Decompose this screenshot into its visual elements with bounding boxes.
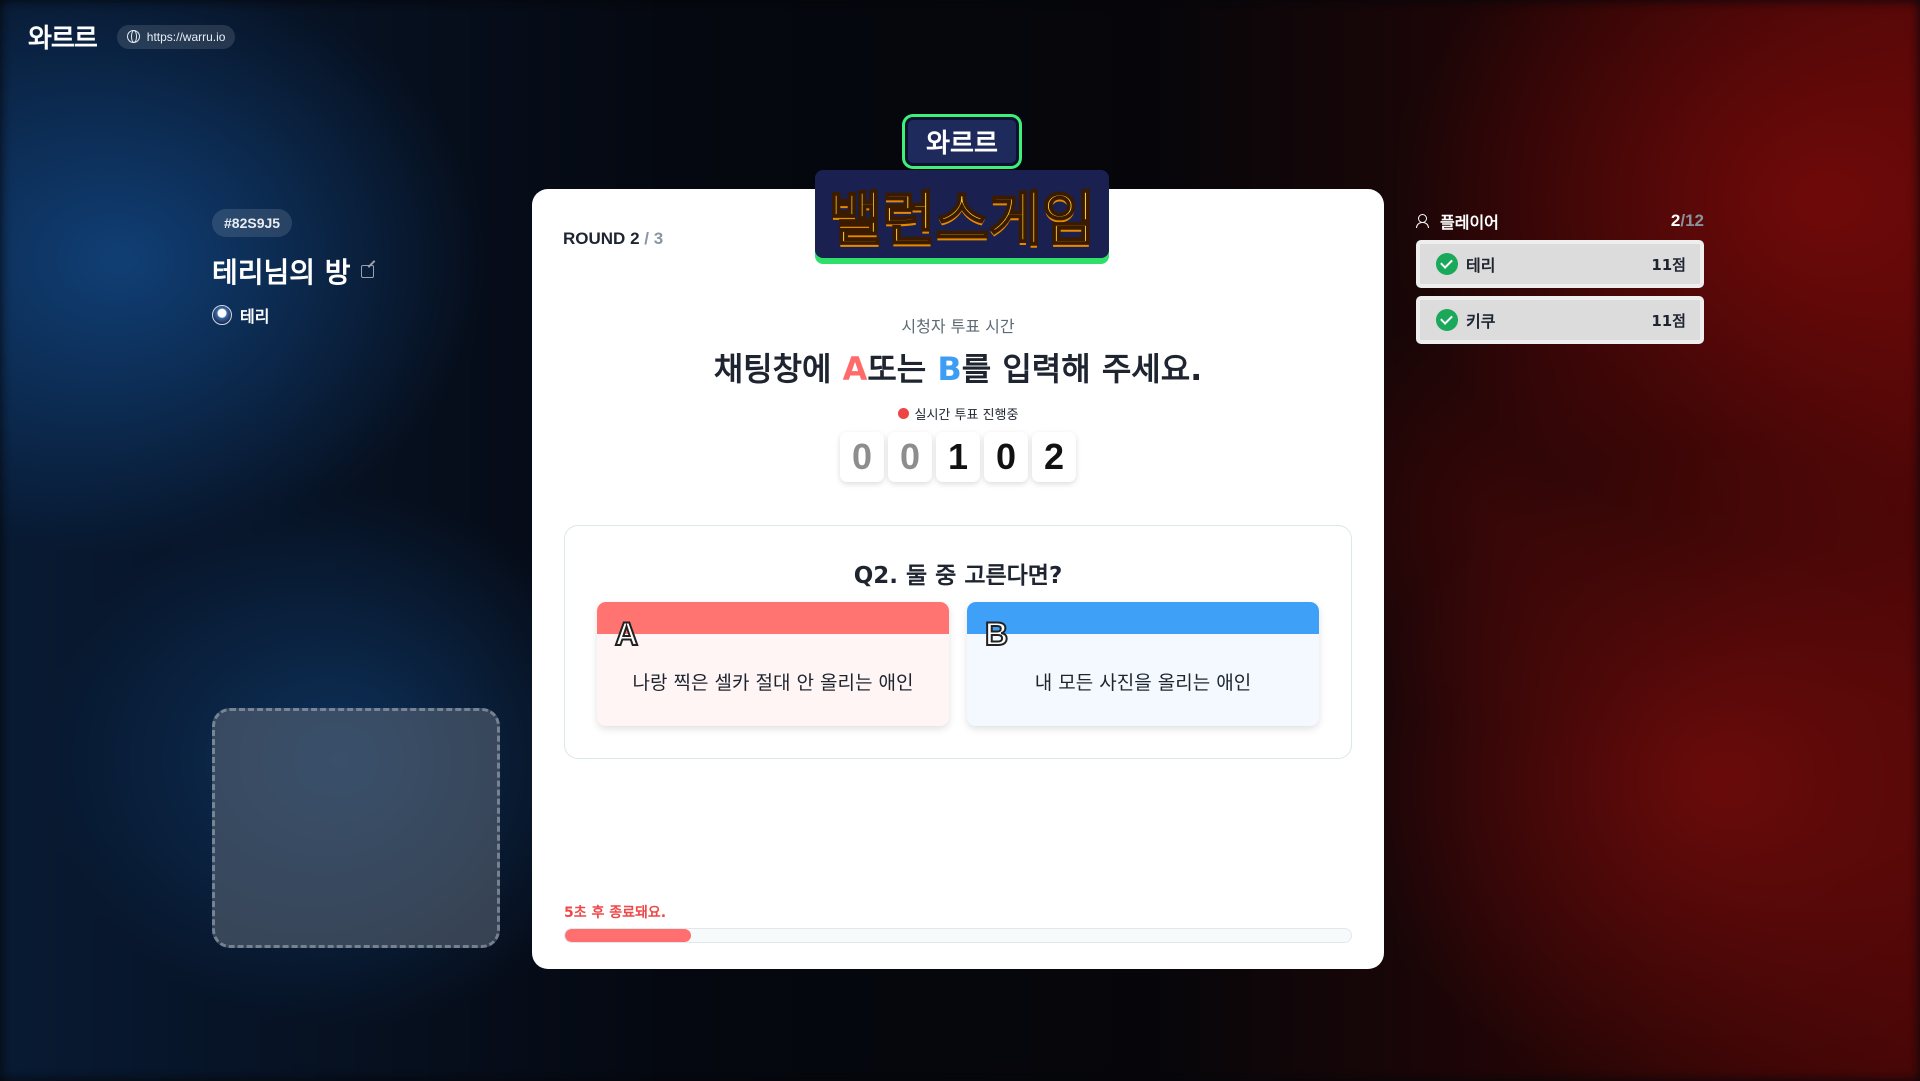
- url-pill[interactable]: https://warru.io: [116, 24, 236, 49]
- option-a-card[interactable]: A 나랑 찍은 셀카 절대 안 올리는 애인: [597, 602, 949, 726]
- player-score: 11점: [1651, 311, 1686, 330]
- player-name: 키쿠: [1466, 312, 1496, 331]
- player-score: 11점: [1651, 255, 1686, 274]
- vote-counter: 0 0 1 0 2: [532, 432, 1384, 482]
- users-icon: [1416, 214, 1432, 228]
- counter-digit: 0: [984, 432, 1028, 482]
- counter-digit: 0: [840, 432, 884, 482]
- player-row: 키쿠 11점: [1416, 296, 1704, 344]
- live-dot-icon: [897, 408, 909, 419]
- round-label: ROUND: [563, 229, 626, 248]
- globe-icon: [126, 30, 140, 43]
- live-label: 실시간 투표 진행중: [914, 408, 1019, 423]
- option-b-letter: B: [984, 615, 1009, 653]
- check-icon: [1436, 253, 1458, 275]
- time-progress-bar: [564, 928, 1352, 943]
- players-title-row: 플레이어: [1416, 209, 1499, 233]
- players-header: 플레이어 2/12: [1416, 210, 1704, 232]
- option-b-card[interactable]: B 내 모든 사진을 올리는 애인: [967, 602, 1319, 726]
- option-a-text: 나랑 찍은 셀카 절대 안 올리는 애인: [632, 672, 914, 694]
- vote-letter-b: B: [937, 350, 962, 388]
- question-box: Q2. 둘 중 고른다면? A 나랑 찍은 셀카 절대 안 올리는 애인 B 내…: [564, 525, 1352, 759]
- time-progress-fill: [565, 929, 691, 942]
- edit-icon[interactable]: [360, 264, 374, 278]
- vote-letter-a: A: [842, 350, 868, 388]
- players-panel: 플레이어 2/12 테리 11점 키쿠 11점: [1416, 210, 1704, 344]
- counter-digit: 1: [936, 432, 980, 482]
- room-title: 테리님의 방: [212, 256, 351, 289]
- question-title: Q2. 둘 중 고른다면?: [853, 563, 1063, 589]
- balance-game-logo: 와르르 밸런스게임: [794, 116, 1130, 258]
- room-info: #82S9J5 테리님의 방 테리: [212, 209, 502, 327]
- player-info: 키쿠: [1436, 308, 1495, 332]
- option-a-letter: A: [614, 615, 639, 653]
- host-name: 테리: [240, 307, 270, 326]
- vote-instruction: 채팅창에 A또는 B를 입력해 주세요.: [532, 344, 1384, 390]
- check-icon: [1436, 309, 1458, 331]
- logo-small-text: 와르르: [905, 116, 1019, 166]
- live-vote-status: 실시간 투표 진행중: [532, 404, 1384, 423]
- player-row: 테리 11점: [1416, 240, 1704, 288]
- round-indicator: ROUND 2 / 3: [563, 229, 663, 249]
- option-b-text: 내 모든 사진을 올리는 애인: [1034, 672, 1252, 694]
- players-count: 2/12: [1671, 211, 1704, 231]
- webcam-placeholder: [212, 708, 500, 948]
- players-count-current: 2: [1670, 211, 1681, 230]
- host-avatar: [212, 305, 232, 325]
- players-title: 플레이어: [1440, 213, 1499, 232]
- vote-subtitle: 시청자 투표 시간: [901, 317, 1015, 336]
- round-separator: /: [644, 229, 650, 248]
- room-title-row: 테리님의 방: [212, 251, 502, 291]
- player-name: 테리: [1466, 256, 1496, 275]
- counter-digit: 2: [1032, 432, 1076, 482]
- app-logo[interactable]: 와르르: [28, 18, 98, 55]
- vote-suffix: 를 입력해 주세요.: [961, 350, 1203, 388]
- round-total: 3: [653, 229, 664, 248]
- counter-digit: 0: [888, 432, 932, 482]
- end-countdown-text: 5초 후 종료돼요.: [564, 905, 667, 921]
- players-count-max: 12: [1685, 211, 1704, 230]
- option-b-bar: [967, 602, 1319, 634]
- room-code-badge[interactable]: #82S9J5: [212, 209, 293, 237]
- url-text: https://warru.io: [146, 29, 226, 44]
- option-a-bar: [597, 602, 949, 634]
- logo-big-text: 밸런스게임: [814, 169, 1110, 258]
- room-host: 테리: [212, 303, 502, 327]
- vote-prefix: 채팅창에: [713, 350, 843, 388]
- game-card: 와르르 밸런스게임 ROUND 2 / 3 시청자 투표 시간 채팅창에 A또는…: [532, 116, 1384, 969]
- top-bar: 와르르 https://warru.io: [28, 18, 236, 55]
- vote-mid: 또는: [867, 350, 938, 388]
- player-info: 테리: [1436, 252, 1495, 276]
- round-current: 2: [630, 229, 640, 248]
